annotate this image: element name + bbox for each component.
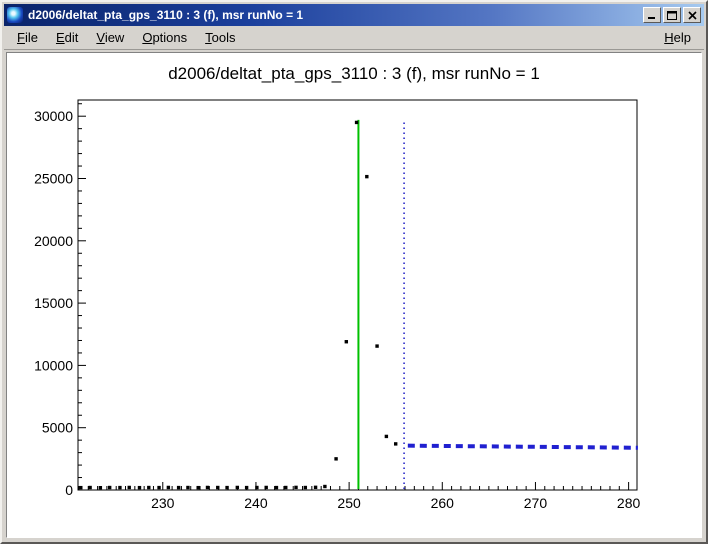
- data-point: [284, 486, 287, 489]
- data-point: [147, 486, 150, 489]
- menu-file[interactable]: File: [8, 27, 47, 48]
- data-point: [167, 486, 170, 489]
- data-point: [225, 486, 228, 489]
- data-point: [196, 486, 199, 489]
- menu-view[interactable]: View: [87, 27, 133, 48]
- fit-line: [408, 446, 638, 448]
- data-point: [264, 486, 267, 489]
- data-point: [314, 486, 317, 489]
- menu-tools[interactable]: Tools: [196, 27, 244, 48]
- y-tick-label: 10000: [34, 357, 73, 373]
- x-tick-label: 240: [244, 495, 268, 511]
- maximize-icon: [667, 11, 677, 20]
- menu-options[interactable]: Options: [133, 27, 196, 48]
- x-tick-label: 230: [151, 495, 175, 511]
- menu-edit[interactable]: Edit: [47, 27, 87, 48]
- data-point: [334, 457, 337, 460]
- titlebar[interactable]: d2006/deltat_pta_gps_3110 : 3 (f), msr r…: [4, 4, 704, 26]
- data-point: [99, 486, 102, 489]
- maximize-button[interactable]: [663, 7, 681, 23]
- root-canvas[interactable]: d2006/deltat_pta_gps_3110 : 3 (f), msr r…: [6, 52, 702, 538]
- data-point: [365, 175, 368, 178]
- data-point: [79, 486, 82, 489]
- close-icon: [688, 11, 697, 20]
- y-tick-label: 5000: [42, 420, 73, 436]
- menubar: File Edit View Options Tools Help: [4, 26, 704, 50]
- data-point: [375, 344, 378, 347]
- data-point: [88, 486, 91, 489]
- data-point: [345, 340, 348, 343]
- data-point: [255, 486, 258, 489]
- window-title: d2006/deltat_pta_gps_3110 : 3 (f), msr r…: [28, 8, 643, 22]
- data-point: [177, 486, 180, 489]
- data-point: [304, 486, 307, 489]
- data-point: [216, 486, 219, 489]
- app-icon: [7, 7, 23, 23]
- data-point: [186, 486, 189, 489]
- data-point: [118, 486, 121, 489]
- data-point: [385, 435, 388, 438]
- x-tick-label: 270: [524, 495, 548, 511]
- data-point: [128, 486, 131, 489]
- x-tick-label: 280: [617, 495, 641, 511]
- x-tick-label: 260: [431, 495, 455, 511]
- histogram-plot[interactable]: 230 240 250 260 270 280 0 5000 10000 15000 20000 25…: [7, 53, 705, 541]
- data-point: [236, 486, 239, 489]
- data-point: [206, 486, 209, 489]
- minimize-icon: [647, 11, 657, 20]
- minimize-button[interactable]: [643, 7, 661, 23]
- data-point: [245, 486, 248, 489]
- data-point: [157, 486, 160, 489]
- data-point: [138, 486, 141, 489]
- data-point: [294, 486, 297, 489]
- y-tick-label: 25000: [34, 170, 73, 186]
- window-controls: [643, 7, 701, 23]
- close-button[interactable]: [683, 7, 701, 23]
- menu-help[interactable]: Help: [655, 27, 700, 48]
- app-window: d2006/deltat_pta_gps_3110 : 3 (f), msr r…: [0, 0, 708, 544]
- data-point: [275, 486, 278, 489]
- data-point: [323, 485, 326, 488]
- y-tick-label: 30000: [34, 108, 73, 124]
- data-point: [108, 486, 111, 489]
- y-tick-label: 0: [65, 482, 73, 498]
- y-tick-label: 20000: [34, 233, 73, 249]
- x-tick-label: 250: [337, 495, 361, 511]
- y-tick-label: 15000: [34, 295, 73, 311]
- data-point: [355, 121, 358, 124]
- data-point: [394, 442, 397, 445]
